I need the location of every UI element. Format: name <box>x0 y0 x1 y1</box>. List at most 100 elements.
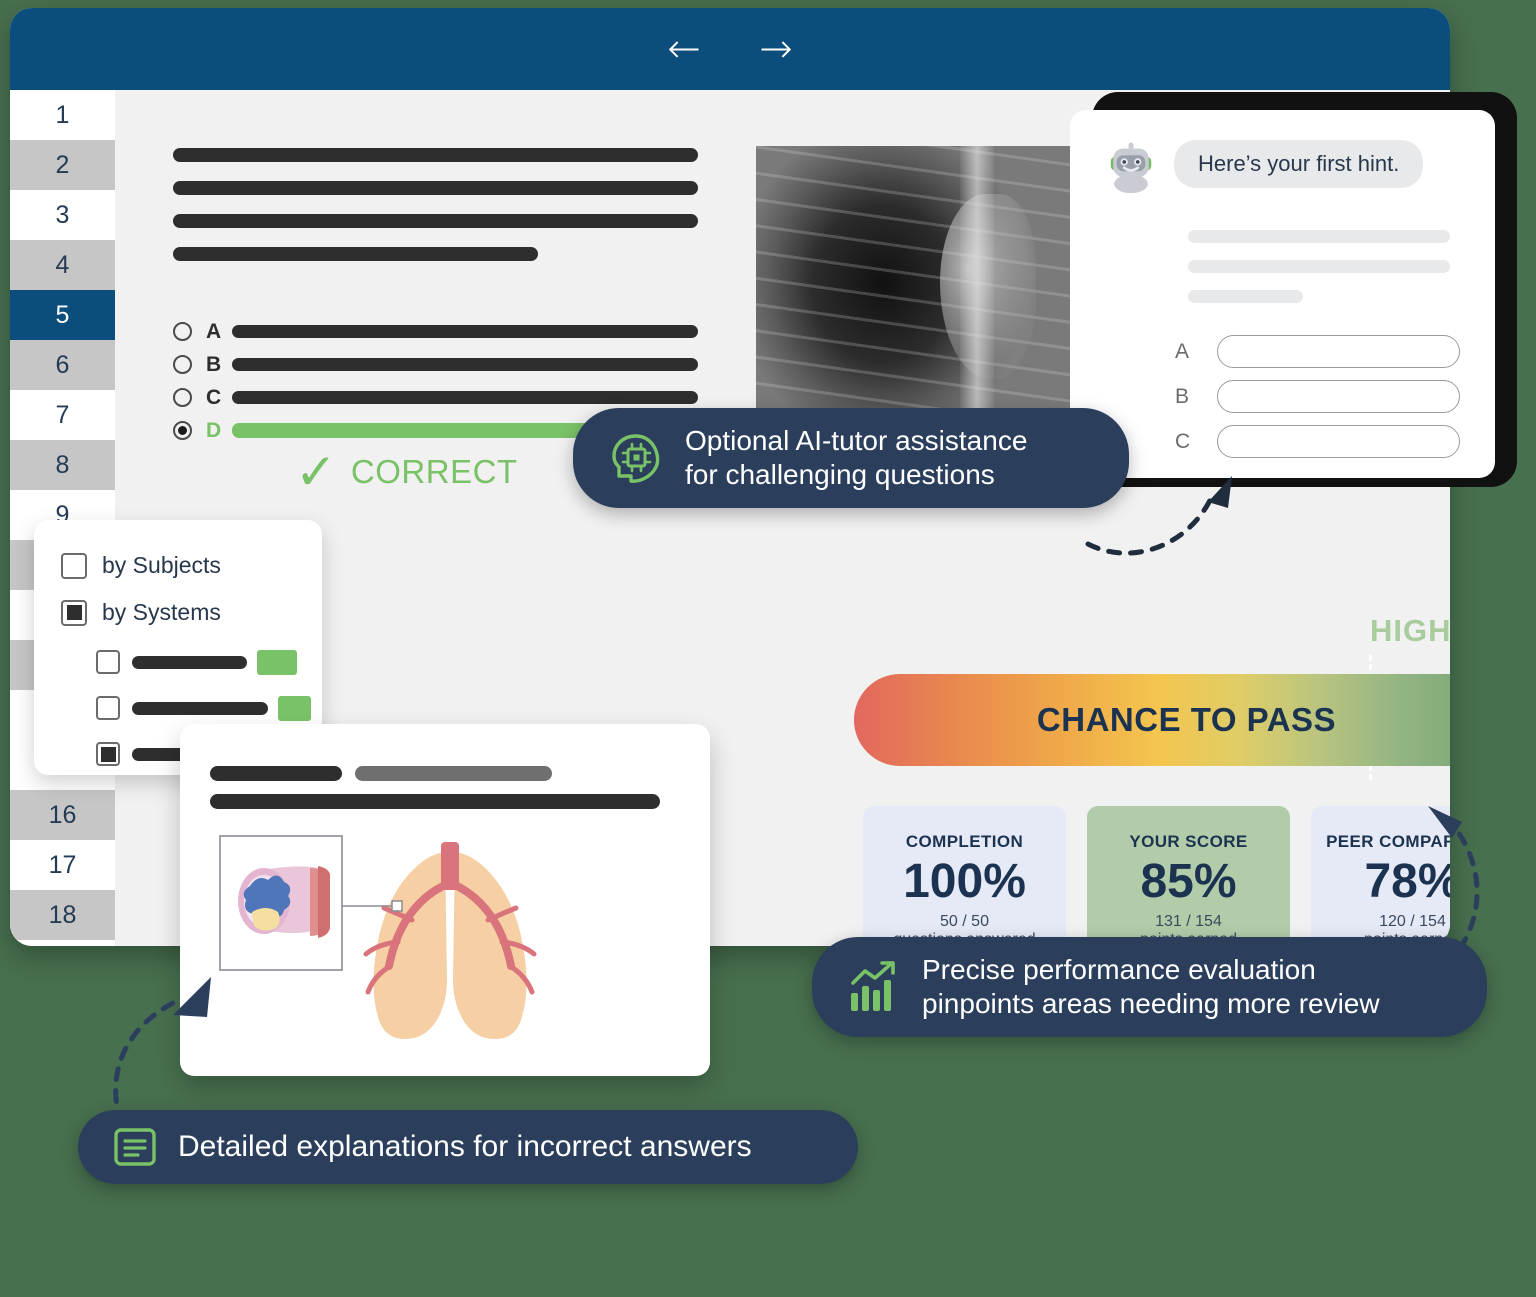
filter-item-bar <box>132 701 268 715</box>
bar-chart-trend-icon <box>846 959 902 1015</box>
callout-line-1: Optional AI-tutor assistance <box>685 425 1028 456</box>
stem-line <box>173 148 698 162</box>
stem-line <box>173 181 698 195</box>
checkbox-icon[interactable] <box>61 552 87 579</box>
correct-feedback: ✓ CORRECT <box>295 443 518 501</box>
choice-text-bar <box>232 325 698 338</box>
radio-icon[interactable] <box>173 322 192 341</box>
filter-system-item[interactable] <box>96 646 311 678</box>
stat-cards: COMPLETION 100% 50 / 50 questions answer… <box>863 806 1450 946</box>
filter-label: by Systems <box>102 599 221 625</box>
radio-icon-selected[interactable] <box>173 421 192 440</box>
stat-sub-ratio: 50 / 50 <box>940 913 989 931</box>
ai-answer-options[interactable]: A B C <box>1175 335 1460 470</box>
stem-line <box>173 247 538 261</box>
brain-chip-icon <box>607 429 665 487</box>
screenshot-root: ← → 1 2 3 4 5 6 7 8 9 15 16 17 18 <box>0 0 1536 1297</box>
question-number-item[interactable]: 8 <box>10 440 115 490</box>
ai-hint-placeholder-lines <box>1188 230 1450 320</box>
app-header: ← → <box>10 8 1450 90</box>
question-number-item[interactable]: 4 <box>10 240 115 290</box>
question-number-item[interactable]: 1 <box>10 90 115 140</box>
question-number-item[interactable]: 16 <box>10 790 115 840</box>
choice-label: C <box>206 385 222 409</box>
stat-card-completion: COMPLETION 100% 50 / 50 questions answer… <box>863 806 1066 946</box>
question-number-item[interactable]: 18 <box>10 890 115 940</box>
check-icon: ✓ <box>295 443 337 501</box>
radio-icon[interactable] <box>173 388 192 407</box>
choice-label: B <box>206 352 222 376</box>
explanation-subheading-bar <box>355 766 552 781</box>
explanation-text-bar <box>210 794 660 809</box>
xray-spine <box>959 146 995 411</box>
gauge-label: CHANCE TO PASS <box>1036 701 1337 738</box>
robot-avatar-icon <box>1110 142 1152 194</box>
explanation-heading-row <box>210 766 552 781</box>
arrow-right-icon[interactable]: → <box>754 27 798 71</box>
question-number-item[interactable]: 7 <box>10 390 115 440</box>
choice-text-bar <box>232 391 698 404</box>
stat-title: COMPLETION <box>905 831 1024 851</box>
choice-text-bar <box>232 358 698 371</box>
filter-by-subjects-row[interactable]: by Subjects <box>61 552 221 579</box>
ai-message-row: Here’s your first hint. <box>1104 140 1424 194</box>
gauge-high-label: HIGH <box>1370 613 1450 648</box>
stat-title: YOUR SCORE <box>1129 831 1248 851</box>
filter-item-chip <box>257 649 297 675</box>
filter-by-systems-row[interactable]: by Systems <box>61 599 221 626</box>
callout-explanations: Detailed explanations for incorrect answ… <box>78 1110 858 1184</box>
question-number-item[interactable]: 6 <box>10 340 115 390</box>
answer-choice-b[interactable]: B <box>173 348 698 381</box>
explanation-heading-bar <box>210 766 342 781</box>
checkbox-icon-checked[interactable] <box>96 742 120 766</box>
question-number-item[interactable]: 3 <box>10 190 115 240</box>
ai-hint-line <box>1188 290 1303 303</box>
ai-hint-line <box>1188 230 1450 243</box>
ai-hint-bubble: Here’s your first hint. <box>1174 140 1424 188</box>
ai-option-pill[interactable] <box>1217 380 1460 413</box>
explanation-card <box>180 724 710 1076</box>
stat-card-your-score: YOUR SCORE 85% 131 / 154 points earned <box>1087 806 1290 946</box>
callout-line-2: for challenging questions <box>685 459 995 491</box>
ai-option-pill[interactable] <box>1217 425 1460 458</box>
document-lines-icon <box>112 1124 158 1170</box>
question-number-item[interactable]: 2 <box>10 140 115 190</box>
radio-icon[interactable] <box>173 355 192 374</box>
answer-choice-a[interactable]: A <box>173 315 698 348</box>
stat-value: 78% <box>1364 854 1450 908</box>
callout-text: Optional AI-tutor assistance for challen… <box>685 424 1027 492</box>
stem-line <box>173 214 698 228</box>
question-number-rail[interactable]: 1 2 3 4 5 6 7 8 9 15 16 17 18 <box>10 90 115 946</box>
stat-sub-ratio: 131 / 154 <box>1155 913 1222 931</box>
callout-line-1: Precise performance evaluation <box>922 954 1316 985</box>
chance-to-pass-gauge: CHANCE TO PASS <box>854 674 1450 766</box>
correct-label: CORRECT <box>350 453 518 490</box>
filter-item-bar <box>132 655 247 669</box>
chest-xray-image[interactable] <box>756 146 1074 411</box>
ai-tutor-panel: Here’s your first hint. A B C <box>1070 110 1495 478</box>
question-number-item-active[interactable]: 5 <box>10 290 115 340</box>
stat-title: PEER COMPARISON <box>1326 831 1450 851</box>
ai-option-label: C <box>1175 429 1191 453</box>
callout-text: Detailed explanations for incorrect answ… <box>178 1129 752 1163</box>
choice-label: A <box>206 319 222 343</box>
checkbox-icon[interactable] <box>96 650 120 674</box>
question-number-item[interactable]: 17 <box>10 840 115 890</box>
stat-card-peer-comparison: PEER COMPARISON 78% 120 / 154 points ear… <box>1311 806 1450 946</box>
ai-option-c[interactable]: C <box>1175 425 1460 458</box>
checkbox-icon[interactable] <box>96 696 120 720</box>
ai-hint-line <box>1188 260 1450 273</box>
question-stem <box>173 148 698 280</box>
arrow-left-icon[interactable]: ← <box>662 27 706 71</box>
ai-option-pill[interactable] <box>1217 335 1460 368</box>
filter-label: by Subjects <box>102 552 221 578</box>
ai-option-a[interactable]: A <box>1175 335 1460 368</box>
lungs-bronchi-diagram <box>219 835 537 1040</box>
ai-option-b[interactable]: B <box>1175 380 1460 413</box>
callout-line-2: pinpoints areas needing more review <box>922 988 1380 1020</box>
ai-option-label: B <box>1175 384 1190 408</box>
ai-option-label: A <box>1175 339 1190 363</box>
checkbox-icon-checked[interactable] <box>61 599 87 626</box>
filter-item-chip <box>277 695 311 721</box>
filter-system-item[interactable] <box>96 692 311 724</box>
